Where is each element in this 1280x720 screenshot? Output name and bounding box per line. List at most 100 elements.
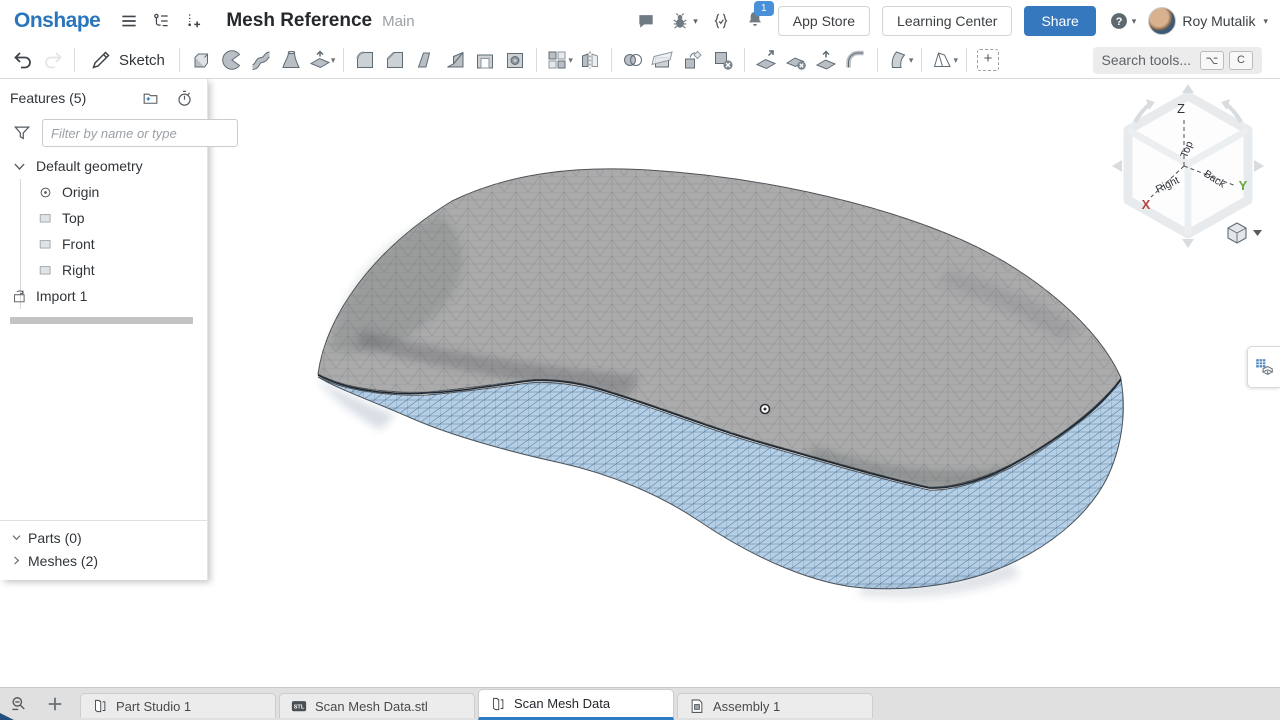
chamfer-button[interactable] xyxy=(380,45,410,75)
shell-icon xyxy=(473,48,497,72)
sketch-icon xyxy=(89,48,113,72)
avatar xyxy=(1148,7,1176,35)
tree-item-origin[interactable]: Origin xyxy=(0,179,207,205)
parts-section: Parts (0) Meshes (2) xyxy=(0,520,207,580)
tab-scan-mesh-data-stl[interactable]: STLScan Mesh Data.stl xyxy=(279,693,475,718)
comment-icon[interactable] xyxy=(635,10,657,32)
toolbar-divider xyxy=(611,48,612,72)
insert-element-icon[interactable] xyxy=(182,10,204,32)
user-name: Roy Mutalik xyxy=(1182,13,1255,29)
tree-item-front[interactable]: Front xyxy=(0,231,207,257)
thicken-button[interactable]: ▾ xyxy=(306,45,338,75)
tree-item-top[interactable]: Top xyxy=(0,205,207,231)
chevron-down-icon[interactable]: ▾ xyxy=(953,55,958,66)
draft-button[interactable] xyxy=(410,45,440,75)
part-studio-icon xyxy=(91,697,109,715)
filter-input[interactable] xyxy=(42,119,238,147)
versions-icon[interactable] xyxy=(150,10,172,32)
app-store-button[interactable]: App Store xyxy=(778,6,870,36)
hole-icon xyxy=(503,48,527,72)
featurescript-icon[interactable] xyxy=(710,10,732,32)
add-tab-button[interactable] xyxy=(42,691,68,717)
help-menu-button[interactable]: ?▾ xyxy=(1108,10,1137,32)
view-cube[interactable]: Z X Y Top Right Back xyxy=(1112,84,1264,248)
transform-icon xyxy=(681,48,705,72)
chevron-down-icon[interactable]: ▾ xyxy=(331,55,336,66)
toolbar-divider xyxy=(343,48,344,72)
tree-item-label: Right xyxy=(62,262,95,278)
features-panel: Features (5) Default geometryOriginTopFr… xyxy=(0,78,208,580)
split-button[interactable] xyxy=(648,45,678,75)
grid-cube-icon xyxy=(1253,356,1275,378)
filter-icon[interactable] xyxy=(12,122,32,144)
redo-button[interactable] xyxy=(38,45,68,75)
extrude-surface-button[interactable]: ▾ xyxy=(884,45,916,75)
svg-text:STL: STL xyxy=(294,705,305,711)
shell-button[interactable] xyxy=(470,45,500,75)
origin-icon xyxy=(34,181,56,203)
user-menu-button[interactable]: Roy Mutalik ▾ xyxy=(1148,7,1268,35)
axis-x-label: X xyxy=(1142,197,1151,212)
rib-button[interactable] xyxy=(440,45,470,75)
custom-feature-button[interactable]: + xyxy=(973,45,1003,75)
properties-table-panel-toggle[interactable] xyxy=(1247,346,1280,388)
fillet-button[interactable] xyxy=(350,45,380,75)
share-button[interactable]: Share xyxy=(1024,6,1095,36)
tree-item-default-geometry[interactable]: Default geometry xyxy=(0,153,207,179)
linear-pattern-button[interactable]: ▾ xyxy=(543,45,575,75)
notification-badge: 1 xyxy=(754,1,774,16)
tree-item-right[interactable]: Right xyxy=(0,257,207,283)
move-face-button[interactable] xyxy=(751,45,781,75)
search-tools-box[interactable]: Search tools... ⌥ C xyxy=(1093,47,1263,74)
view-mode-button[interactable] xyxy=(1228,223,1262,243)
report-bug-button[interactable]: ▾ xyxy=(669,10,698,32)
parts-list-header[interactable]: Parts (0) xyxy=(0,526,207,549)
hamburger-icon[interactable] xyxy=(118,10,140,32)
replace-face-button[interactable] xyxy=(811,45,841,75)
document-title: Mesh Reference xyxy=(226,10,372,32)
boolean-icon xyxy=(621,48,645,72)
performance-icon[interactable] xyxy=(173,87,195,109)
meshes-label: Meshes (2) xyxy=(28,553,98,569)
extrude-button[interactable] xyxy=(186,45,216,75)
onshape-logo[interactable]: Onshape xyxy=(14,9,100,33)
toolbar-divider xyxy=(536,48,537,72)
workspace-name[interactable]: Main xyxy=(382,13,415,30)
toolbar-divider xyxy=(921,48,922,72)
tab-scan-mesh-data[interactable]: Scan Mesh Data xyxy=(478,689,674,720)
hole-button[interactable] xyxy=(500,45,530,75)
chevron-down-icon xyxy=(8,155,30,177)
tree-item-import-1[interactable]: Import 1 xyxy=(0,283,207,309)
tab-part-studio-1[interactable]: Part Studio 1 xyxy=(80,693,276,718)
chevron-down-icon[interactable]: ▾ xyxy=(909,55,914,66)
undo-button[interactable] xyxy=(8,45,38,75)
fold-surface-icon xyxy=(930,48,954,72)
new-folder-icon[interactable] xyxy=(139,87,161,109)
rollback-bar[interactable] xyxy=(10,317,193,324)
sketch-button[interactable]: Sketch xyxy=(81,45,173,75)
fold-surface-button[interactable]: ▾ xyxy=(928,45,960,75)
loft-button[interactable] xyxy=(276,45,306,75)
toolbar-divider xyxy=(966,48,967,72)
tab-label: Part Studio 1 xyxy=(116,699,191,714)
notifications-button[interactable]: 1 xyxy=(744,8,766,34)
learning-center-button[interactable]: Learning Center xyxy=(882,6,1012,36)
chevron-down-icon: ▾ xyxy=(693,16,698,27)
revolve-button[interactable] xyxy=(216,45,246,75)
origin-marker[interactable] xyxy=(761,405,770,414)
plane-icon xyxy=(34,259,56,281)
transform-button[interactable] xyxy=(678,45,708,75)
search-tabs-button[interactable] xyxy=(6,691,32,717)
modify-fillet-button[interactable] xyxy=(841,45,871,75)
boolean-button[interactable] xyxy=(618,45,648,75)
axis-z-label: Z xyxy=(1177,101,1185,116)
onshape-app: Z X Y Top Right Back Onshape Mesh Refere… xyxy=(0,0,1280,720)
delete-face-button[interactable] xyxy=(781,45,811,75)
sweep-button[interactable] xyxy=(246,45,276,75)
bottom-tab-bar: Part Studio 1 STLScan Mesh Data.stlScan M… xyxy=(0,687,1280,720)
mirror-button[interactable] xyxy=(575,45,605,75)
chevron-down-icon[interactable]: ▾ xyxy=(568,55,573,66)
tab-assembly-1[interactable]: Assembly 1 xyxy=(677,693,873,718)
delete-part-button[interactable] xyxy=(708,45,738,75)
meshes-list-header[interactable]: Meshes (2) xyxy=(0,549,207,572)
